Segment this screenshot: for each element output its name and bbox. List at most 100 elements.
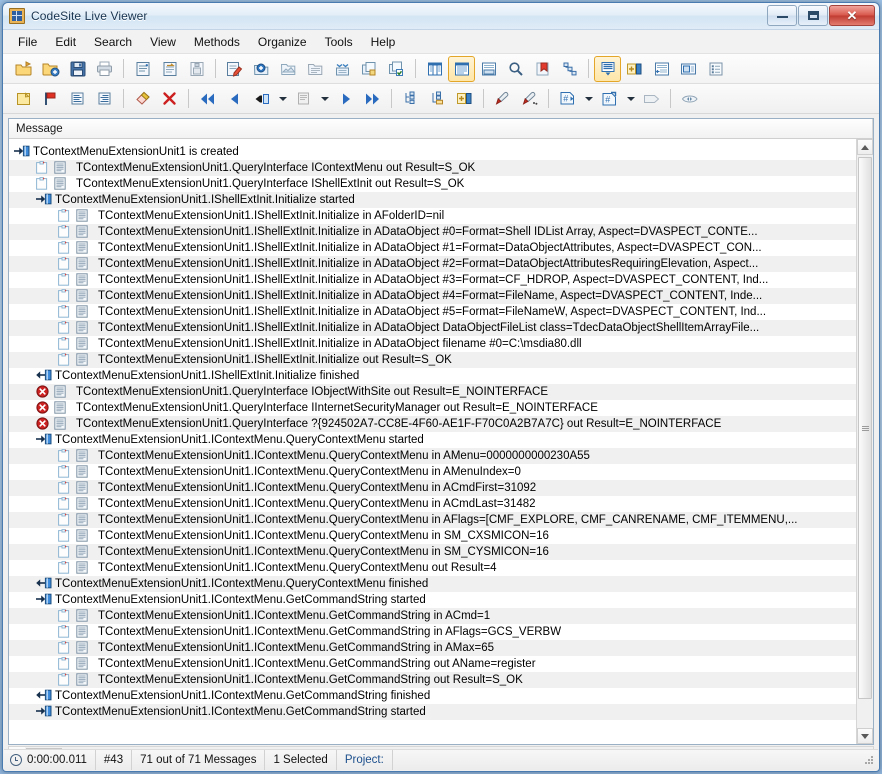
table-row[interactable]: TContextMenuExtensionUnit1.IContextMenu.… bbox=[9, 496, 857, 512]
close-button[interactable]: ✕ bbox=[829, 5, 875, 26]
scroll-up-button[interactable] bbox=[857, 139, 873, 155]
group-tree-icon[interactable] bbox=[397, 86, 424, 112]
menu-methods[interactable]: Methods bbox=[185, 32, 249, 52]
message-left-icon[interactable] bbox=[64, 86, 91, 112]
table-row[interactable]: TContextMenuExtensionUnit1.IShellExtInit… bbox=[9, 368, 857, 384]
add-category-icon[interactable] bbox=[248, 56, 275, 82]
table-row[interactable]: TContextMenuExtensionUnit1.IShellExtInit… bbox=[9, 256, 857, 272]
previous-message-icon[interactable] bbox=[221, 86, 248, 112]
next-message-icon[interactable] bbox=[332, 86, 359, 112]
table-row[interactable]: TContextMenuExtensionUnit1.IContextMenu.… bbox=[9, 592, 857, 608]
table-row[interactable]: TContextMenuExtensionUnit1.IContextMenu.… bbox=[9, 688, 857, 704]
menu-edit[interactable]: Edit bbox=[46, 32, 85, 52]
new-message-list-icon[interactable] bbox=[129, 56, 156, 82]
table-row[interactable]: TContextMenuExtensionUnit1.QueryInterfac… bbox=[9, 384, 857, 400]
vertical-scroll-thumb[interactable] bbox=[858, 157, 872, 699]
table-row[interactable]: TContextMenuExtensionUnit1.QueryInterfac… bbox=[9, 160, 857, 176]
table-row[interactable]: TContextMenuExtensionUnit1.IShellExtInit… bbox=[9, 320, 857, 336]
indent-view-icon[interactable] bbox=[648, 56, 675, 82]
menu-file[interactable]: File bbox=[9, 32, 46, 52]
add-pane-icon[interactable] bbox=[621, 56, 648, 82]
table-row[interactable]: TContextMenuExtensionUnit1.QueryInterfac… bbox=[9, 416, 857, 432]
open-folder-add-icon[interactable] bbox=[37, 56, 64, 82]
detail-pane-icon[interactable] bbox=[475, 56, 502, 82]
table-row[interactable]: TContextMenuExtensionUnit1.IShellExtInit… bbox=[9, 224, 857, 240]
flag-icon[interactable] bbox=[37, 86, 64, 112]
table-row[interactable]: TContextMenuExtensionUnit1.IShellExtInit… bbox=[9, 304, 857, 320]
table-row[interactable]: TContextMenuExtensionUnit1.QueryInterfac… bbox=[9, 176, 857, 192]
goto-number-caret[interactable] bbox=[581, 86, 596, 112]
table-row[interactable]: TContextMenuExtensionUnit1.IContextMenu.… bbox=[9, 528, 857, 544]
add-column-icon[interactable] bbox=[451, 86, 478, 112]
current-message-icon[interactable] bbox=[290, 86, 317, 112]
preview-pane-icon[interactable] bbox=[675, 56, 702, 82]
list-view-icon[interactable] bbox=[448, 55, 475, 82]
message-right-icon[interactable] bbox=[91, 86, 118, 112]
watch-icon[interactable] bbox=[676, 86, 703, 112]
menu-help[interactable]: Help bbox=[362, 32, 405, 52]
goto-next-caret[interactable] bbox=[623, 86, 638, 112]
table-row[interactable]: TContextMenuExtensionUnit1.IContextMenu.… bbox=[9, 576, 857, 592]
check-group-icon[interactable] bbox=[383, 56, 410, 82]
table-row[interactable]: TContextMenuExtensionUnit1.IContextMenu.… bbox=[9, 672, 857, 688]
columns-view-icon[interactable] bbox=[421, 56, 448, 82]
table-row[interactable]: TContextMenuExtensionUnit1 is created bbox=[9, 144, 857, 160]
open-folder-icon[interactable] bbox=[10, 56, 37, 82]
message-detail-icon[interactable] bbox=[594, 55, 621, 82]
table-row[interactable]: TContextMenuExtensionUnit1.IContextMenu.… bbox=[9, 624, 857, 640]
table-row[interactable]: TContextMenuExtensionUnit1.IShellExtInit… bbox=[9, 336, 857, 352]
goto-number-icon[interactable]: # bbox=[554, 86, 581, 112]
last-message-icon[interactable] bbox=[359, 86, 386, 112]
table-row[interactable]: TContextMenuExtensionUnit1.IContextMenu.… bbox=[9, 464, 857, 480]
bookmark-icon[interactable] bbox=[529, 56, 556, 82]
expand-all-icon[interactable] bbox=[329, 56, 356, 82]
table-row[interactable]: TContextMenuExtensionUnit1.IContextMenu.… bbox=[9, 704, 857, 720]
table-row[interactable]: TContextMenuExtensionUnit1.IContextMenu.… bbox=[9, 512, 857, 528]
table-row[interactable]: TContextMenuExtensionUnit1.IShellExtInit… bbox=[9, 208, 857, 224]
marker-icon[interactable] bbox=[489, 86, 516, 112]
properties-icon[interactable] bbox=[702, 56, 729, 82]
table-row[interactable]: TContextMenuExtensionUnit1.IContextMenu.… bbox=[9, 608, 857, 624]
call-stack-icon[interactable] bbox=[556, 56, 583, 82]
vertical-scrollbar[interactable] bbox=[856, 139, 873, 744]
open-category-icon[interactable] bbox=[275, 56, 302, 82]
table-row[interactable]: TContextMenuExtensionUnit1.IShellExtInit… bbox=[9, 272, 857, 288]
menu-organize[interactable]: Organize bbox=[249, 32, 316, 52]
eraser-icon[interactable] bbox=[129, 86, 156, 112]
table-row[interactable]: TContextMenuExtensionUnit1.IShellExtInit… bbox=[9, 192, 857, 208]
maximize-button[interactable] bbox=[798, 5, 828, 26]
tag-icon[interactable] bbox=[638, 86, 665, 112]
delete-icon[interactable] bbox=[156, 86, 183, 112]
prev-marked-icon[interactable] bbox=[248, 86, 275, 112]
note-icon[interactable] bbox=[10, 86, 37, 112]
menu-view[interactable]: View bbox=[141, 32, 185, 52]
scroll-down-button[interactable] bbox=[857, 728, 873, 744]
table-row[interactable]: TContextMenuExtensionUnit1.IContextMenu.… bbox=[9, 448, 857, 464]
clear-log-icon[interactable] bbox=[221, 56, 248, 82]
first-message-icon[interactable] bbox=[194, 86, 221, 112]
message-rows[interactable]: TContextMenuExtensionUnit1 is created TCo… bbox=[9, 144, 857, 744]
menu-tools[interactable]: Tools bbox=[316, 32, 362, 52]
table-row[interactable]: TContextMenuExtensionUnit1.QueryInterfac… bbox=[9, 400, 857, 416]
table-row[interactable]: TContextMenuExtensionUnit1.IContextMenu.… bbox=[9, 432, 857, 448]
table-row[interactable]: TContextMenuExtensionUnit1.IShellExtInit… bbox=[9, 352, 857, 368]
save-icon[interactable] bbox=[64, 56, 91, 82]
goto-next-number-icon[interactable]: # bbox=[596, 86, 623, 112]
collapse-group-icon[interactable] bbox=[356, 56, 383, 82]
open-message-list-icon[interactable] bbox=[156, 56, 183, 82]
prev-dropdown-caret[interactable] bbox=[275, 86, 290, 112]
table-row[interactable]: TContextMenuExtensionUnit1.IContextMenu.… bbox=[9, 480, 857, 496]
resize-grip-icon[interactable] bbox=[863, 754, 875, 766]
marker-clear-icon[interactable] bbox=[516, 86, 543, 112]
menu-search[interactable]: Search bbox=[85, 32, 141, 52]
table-row[interactable]: TContextMenuExtensionUnit1.IShellExtInit… bbox=[9, 240, 857, 256]
find-icon[interactable] bbox=[502, 56, 529, 82]
table-row[interactable]: TContextMenuExtensionUnit1.IShellExtInit… bbox=[9, 288, 857, 304]
table-row[interactable]: TContextMenuExtensionUnit1.IContextMenu.… bbox=[9, 560, 857, 576]
close-category-icon[interactable] bbox=[302, 56, 329, 82]
print-icon[interactable] bbox=[91, 56, 118, 82]
sort-tree-icon[interactable] bbox=[424, 86, 451, 112]
minimize-button[interactable] bbox=[767, 5, 797, 26]
column-header-message[interactable]: Message bbox=[9, 119, 873, 138]
table-row[interactable]: TContextMenuExtensionUnit1.IContextMenu.… bbox=[9, 640, 857, 656]
